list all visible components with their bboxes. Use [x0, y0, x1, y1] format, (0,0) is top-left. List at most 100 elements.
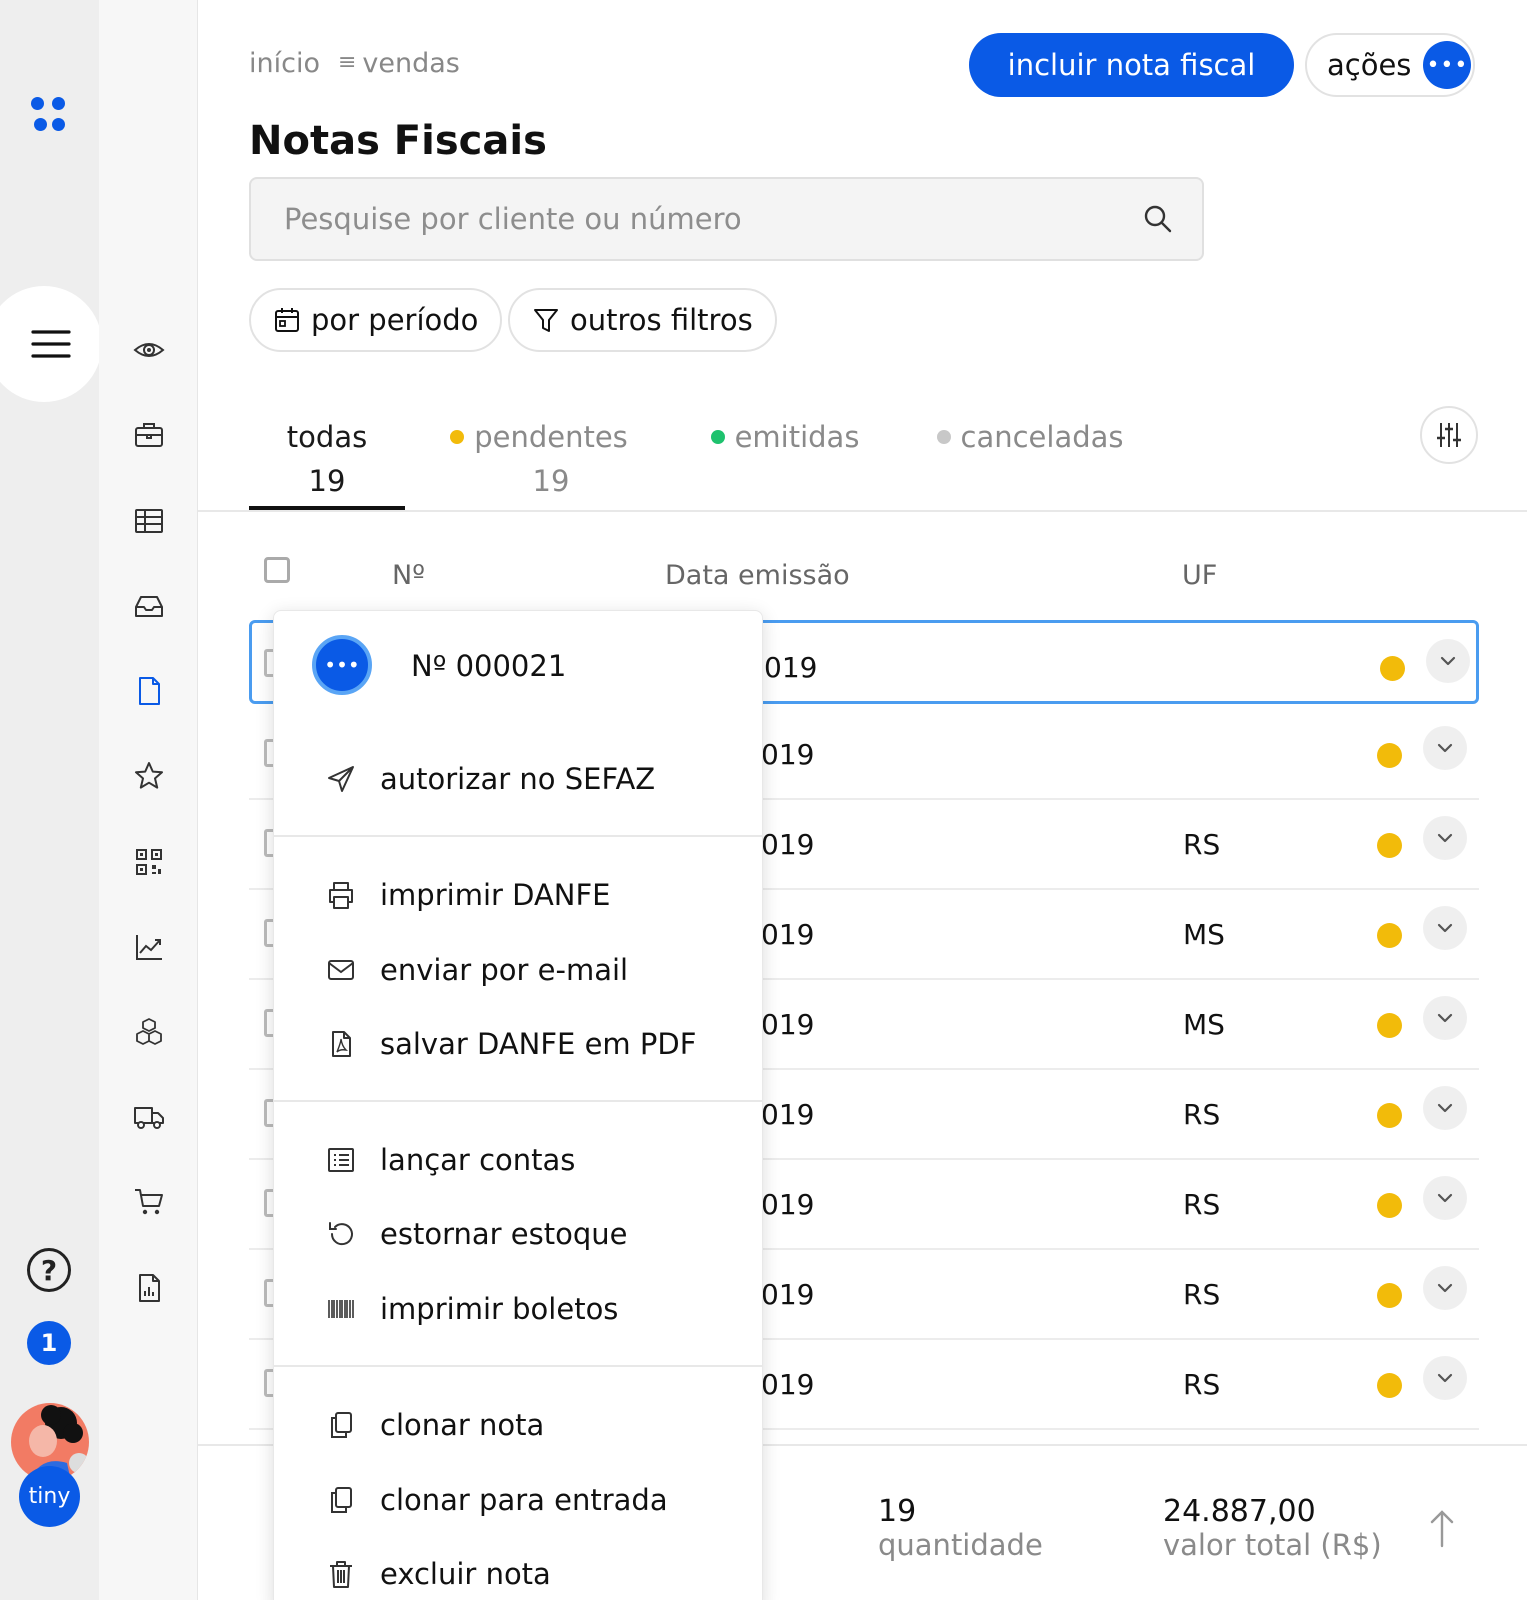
- qrcode-icon[interactable]: [130, 843, 168, 881]
- column-header-uf[interactable]: UF: [1182, 560, 1217, 591]
- breadcrumb-home[interactable]: início: [249, 48, 320, 79]
- chevron-down-icon: [1437, 743, 1453, 753]
- issued-dot-icon: [710, 430, 725, 444]
- row-uf: RS: [1183, 828, 1221, 861]
- tab-todas-count: 19: [308, 464, 346, 498]
- row-expand-button[interactable]: [1423, 1266, 1467, 1310]
- tab-todas-label: todas: [286, 420, 368, 454]
- filter-icon: [534, 309, 558, 332]
- menu-item-clone-to-entry[interactable]: clonar para entrada: [326, 1475, 668, 1525]
- barcode-icon: [328, 1300, 354, 1318]
- calendar-icon: [275, 308, 299, 332]
- notifications-badge[interactable]: 1: [27, 1321, 71, 1365]
- status-indicator: [1377, 1193, 1402, 1218]
- truck-icon[interactable]: [130, 1098, 168, 1136]
- menu-item-post-accounts[interactable]: lançar contas: [326, 1135, 575, 1185]
- menu-item-label: clonar para entrada: [380, 1483, 668, 1517]
- tab-emitidas[interactable]: emitidas: [705, 420, 865, 454]
- column-settings-button[interactable]: [1420, 406, 1478, 464]
- list-icon: [328, 1148, 354, 1172]
- status-indicator: [1377, 923, 1402, 948]
- menu-item-print-boletos[interactable]: imprimir boletos: [326, 1284, 618, 1334]
- help-button[interactable]: ?: [27, 1248, 71, 1292]
- chevron-down-icon: [1437, 833, 1453, 843]
- row-expand-button[interactable]: [1423, 996, 1467, 1040]
- more-icon[interactable]: •••: [312, 635, 372, 695]
- send-icon: [328, 766, 354, 792]
- column-header-date[interactable]: Data emissão: [665, 560, 850, 591]
- document-icon[interactable]: [130, 672, 168, 710]
- chart-icon[interactable]: [130, 928, 168, 966]
- more-icon: •••: [1423, 41, 1472, 89]
- menu-divider: [274, 1365, 762, 1367]
- status-indicator: [1377, 743, 1402, 768]
- chevron-down-icon: [1437, 1373, 1453, 1383]
- menu-item-label: excluir nota: [380, 1557, 551, 1591]
- breadcrumb-section[interactable]: vendas: [362, 48, 459, 79]
- boxes-icon[interactable]: [130, 1013, 168, 1051]
- inbox-icon[interactable]: [130, 587, 168, 625]
- menu-item-clone-invoice[interactable]: clonar nota: [326, 1400, 544, 1450]
- other-filters-label: outros filtros: [570, 303, 753, 337]
- arrow-up-icon[interactable]: [1424, 1508, 1460, 1548]
- period-filter-label: por período: [311, 303, 479, 337]
- search-input[interactable]: [251, 179, 1202, 259]
- status-indicator: [1377, 833, 1402, 858]
- copy-icon: [331, 1412, 352, 1438]
- chevron-down-icon: [1437, 1103, 1453, 1113]
- search-icon[interactable]: [1142, 203, 1174, 235]
- menu-item-delete-invoice[interactable]: excluir nota: [326, 1549, 551, 1599]
- tab-emitidas-label: emitidas: [734, 420, 860, 454]
- menu-item-label: enviar por e-mail: [380, 953, 629, 987]
- app-logo[interactable]: [30, 96, 70, 136]
- add-invoice-button[interactable]: incluir nota fiscal: [969, 33, 1294, 97]
- menu-item-label: lançar contas: [380, 1143, 576, 1177]
- row-expand-button[interactable]: [1423, 1176, 1467, 1220]
- menu-item-label: estornar estoque: [380, 1217, 628, 1251]
- menu-item-label: clonar nota: [380, 1408, 545, 1442]
- star-icon[interactable]: [130, 757, 168, 795]
- menu-divider: [274, 835, 762, 837]
- mail-icon: [328, 960, 354, 980]
- row-expand-button[interactable]: [1423, 726, 1467, 770]
- other-filters-button[interactable]: outros filtros: [508, 288, 777, 352]
- menu-item-save-pdf[interactable]: salvar DANFE em PDF: [326, 1019, 696, 1069]
- menu-item-print-danfe[interactable]: imprimir DANFE: [326, 870, 611, 920]
- tab-todas[interactable]: todas 19: [249, 420, 405, 498]
- menu-toggle-button[interactable]: [0, 286, 102, 402]
- breadcrumb-separator-icon: ≡: [337, 50, 357, 75]
- menu-item-authorize-sefaz[interactable]: autorizar no SEFAZ: [326, 754, 655, 804]
- report-icon[interactable]: [130, 1269, 168, 1307]
- select-all-checkbox[interactable]: [264, 557, 290, 583]
- column-header-number[interactable]: Nº: [392, 560, 425, 591]
- eye-icon[interactable]: [130, 331, 168, 369]
- row-expand-button[interactable]: [1423, 906, 1467, 950]
- row-expand-button[interactable]: [1423, 1086, 1467, 1130]
- tabs-divider: [198, 510, 1527, 512]
- row-expand-button[interactable]: [1423, 816, 1467, 860]
- menu-item-send-email[interactable]: enviar por e-mail: [326, 945, 628, 995]
- menu-item-label: autorizar no SEFAZ: [380, 762, 656, 796]
- cart-icon[interactable]: [130, 1183, 168, 1221]
- status-indicator: [1377, 1103, 1402, 1128]
- chevron-down-icon: [1437, 1013, 1453, 1023]
- tab-canceladas-label: canceladas: [960, 420, 1124, 454]
- table-icon[interactable]: [130, 502, 168, 540]
- menu-item-reverse-stock[interactable]: estornar estoque: [326, 1209, 627, 1259]
- row-uf: RS: [1183, 1098, 1221, 1131]
- quantity-label: quantidade: [878, 1528, 1043, 1562]
- hamburger-icon: [31, 330, 71, 358]
- row-uf: RS: [1183, 1188, 1221, 1221]
- row-expand-button[interactable]: [1426, 639, 1470, 683]
- tab-canceladas[interactable]: canceladas: [935, 420, 1125, 454]
- pdf-icon: [332, 1031, 351, 1057]
- briefcase-icon[interactable]: [130, 416, 168, 454]
- tab-pendentes[interactable]: pendentes 19: [446, 420, 632, 498]
- row-uf: RS: [1183, 1278, 1221, 1311]
- period-filter-button[interactable]: por período: [249, 288, 503, 352]
- row-expand-button[interactable]: [1423, 1356, 1467, 1400]
- status-indicator: [1377, 1283, 1402, 1308]
- actions-button[interactable]: ações •••: [1305, 33, 1475, 97]
- row-date: 019: [761, 738, 815, 771]
- pending-dot-icon: [450, 430, 465, 444]
